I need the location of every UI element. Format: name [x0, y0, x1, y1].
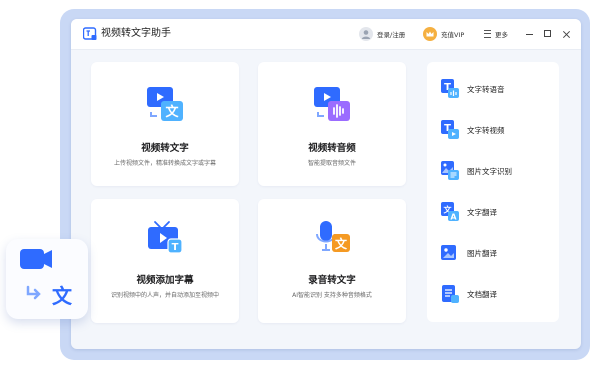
floating-app-badge: 文 [6, 239, 88, 319]
video-to-audio-icon [314, 87, 350, 121]
badge-glyph: 文 [52, 284, 73, 308]
text-to-speech-icon: T [441, 79, 459, 98]
sidebar-item-image-ocr[interactable]: 图片文字识别 [441, 160, 551, 182]
login-label: 登录/注册 [377, 31, 406, 39]
card-video-to-text[interactable]: 文 视频转文字 上传视频文件，精准转换成文字或字幕 [91, 62, 239, 186]
app-title: 视频转文字助手 [101, 28, 171, 39]
video-to-text-logo-icon: 文 [20, 249, 73, 308]
close-button[interactable] [561, 27, 573, 41]
login-button[interactable]: 登录/注册 [359, 26, 405, 42]
card-title: 视频转音频 [308, 143, 356, 154]
maximize-button[interactable] [542, 27, 554, 41]
sidebar-item-label: 文字转语音 [467, 84, 505, 94]
tools-sidebar: T 文字转语音 T 文字转视频 图片文字识别 文 A 文字翻译 图片翻译 文档翻… [427, 62, 559, 322]
card-title: 视频转文字 [141, 143, 189, 154]
card-video-to-audio[interactable]: 视频转音频 智能提取音频文件 [258, 62, 406, 186]
minimize-button[interactable] [524, 27, 536, 41]
svg-text:文: 文 [335, 236, 348, 251]
document-translate-icon [442, 285, 459, 303]
card-desc: 智能提取音频文件 [307, 160, 356, 167]
card-recording-to-text[interactable]: 文 录音转文字 AI智能识别 支持多种音频格式 [258, 199, 406, 323]
more-menu-button[interactable]: 更多 [484, 26, 508, 42]
sidebar-item-label: 图片文字识别 [467, 166, 512, 176]
menu-icon [484, 30, 491, 38]
text-to-video-icon: T [441, 120, 459, 139]
text-translate-icon: 文 A [441, 202, 459, 222]
sidebar-item-image-translate[interactable]: 图片翻译 [441, 242, 551, 264]
more-label: 更多 [495, 31, 508, 39]
image-ocr-icon [441, 161, 459, 180]
image-translate-icon [441, 245, 456, 260]
sidebar-item-text-to-video[interactable]: T 文字转视频 [441, 119, 551, 141]
title-bar: 视频转文字助手 登录/注册 充值VIP 更多 [71, 19, 581, 50]
recording-to-text-icon: 文 [316, 221, 350, 252]
app-logo-icon [83, 27, 97, 40]
card-video-subtitle[interactable]: T 视频添加字幕 识别视频中的人声，并自动添加至视频中 [91, 199, 239, 323]
sidebar-item-label: 文档翻译 [467, 289, 497, 299]
svg-text:A: A [450, 213, 457, 222]
card-title: 录音转文字 [308, 275, 356, 286]
card-desc: AI智能识别 支持多种音频格式 [292, 292, 372, 299]
vip-crown-icon [423, 27, 437, 41]
sidebar-item-document-translate[interactable]: 文档翻译 [441, 283, 551, 305]
sidebar-item-text-to-speech[interactable]: T 文字转语音 [441, 78, 551, 100]
card-title: 视频添加字幕 [136, 275, 194, 286]
sidebar-item-label: 图片翻译 [467, 248, 497, 258]
video-subtitle-icon: T [148, 221, 183, 254]
app-window: 视频转文字助手 登录/注册 充值VIP 更多 文 视频转文字 上传视频文件，精准… [71, 19, 581, 349]
vip-label: 充值VIP [441, 31, 465, 39]
card-desc: 上传视频文件，精准转换成文字或字幕 [113, 160, 216, 167]
sidebar-item-text-translate[interactable]: 文 A 文字翻译 [441, 201, 551, 223]
sidebar-item-label: 文字转视频 [467, 125, 505, 135]
vip-button[interactable]: 充值VIP [423, 26, 464, 42]
video-to-text-icon: 文 [147, 87, 183, 121]
card-desc: 识别视频中的人声，并自动添加至视频中 [110, 292, 219, 299]
sidebar-item-label: 文字翻译 [467, 207, 497, 217]
user-avatar-icon [359, 27, 373, 41]
svg-text:T: T [172, 242, 179, 253]
svg-text:文: 文 [165, 104, 179, 120]
